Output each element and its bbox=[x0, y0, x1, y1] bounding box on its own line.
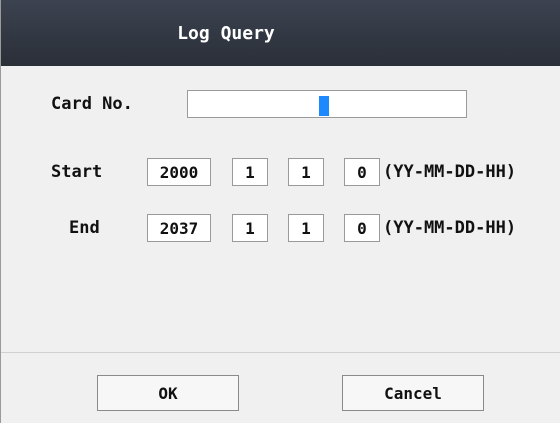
dialog-body: Card No. Start 2000 1 1 0 (YY-MM-DD-HH) … bbox=[1, 66, 560, 352]
cancel-button[interactable]: Cancel bbox=[342, 375, 484, 411]
start-hour-input[interactable]: 0 bbox=[344, 158, 380, 186]
end-year-input[interactable]: 2037 bbox=[147, 214, 211, 242]
start-year-input[interactable]: 2000 bbox=[147, 158, 211, 186]
end-hour-input[interactable]: 0 bbox=[344, 214, 380, 242]
end-day-input[interactable]: 1 bbox=[288, 214, 324, 242]
end-format-hint: (YY-MM-DD-HH) bbox=[383, 218, 517, 238]
ok-button[interactable]: OK bbox=[97, 375, 239, 411]
end-month-input[interactable]: 1 bbox=[232, 214, 268, 242]
log-query-dialog: Log Query Card No. Start 2000 1 1 0 (YY-… bbox=[0, 0, 560, 423]
dialog-title-bar: Log Query bbox=[1, 0, 560, 66]
dialog-title: Log Query bbox=[177, 22, 275, 44]
start-month-input[interactable]: 1 bbox=[232, 158, 268, 186]
end-label: End bbox=[69, 218, 100, 238]
start-day-input[interactable]: 1 bbox=[288, 158, 324, 186]
card-no-label: Card No. bbox=[51, 94, 133, 114]
start-label: Start bbox=[51, 162, 103, 182]
footer-divider bbox=[1, 352, 560, 353]
start-format-hint: (YY-MM-DD-HH) bbox=[383, 162, 517, 182]
text-cursor bbox=[319, 96, 329, 116]
